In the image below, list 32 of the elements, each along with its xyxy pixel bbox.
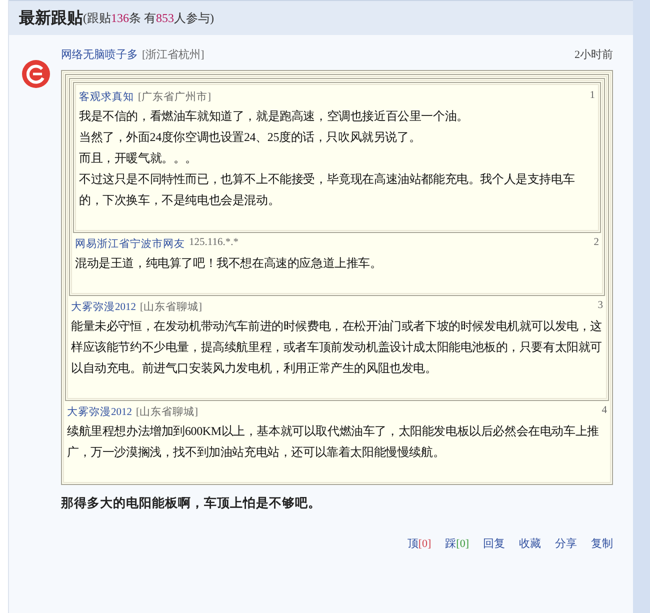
quote-location: [山东省聊城] bbox=[140, 300, 202, 314]
quote-text: 我是不信的，看燃油车就知道了，就是跑高速，空调也接近百公里一个油。 bbox=[78, 108, 470, 125]
quote-author[interactable]: 大雾弥漫2012 bbox=[67, 405, 132, 419]
floor-number: 4 bbox=[602, 405, 607, 418]
quote-text: 当然了，外面24度你空调也设置24、25度的话，只吹风就另说了。 bbox=[78, 129, 422, 146]
section-title: 最新跟贴 bbox=[19, 8, 83, 28]
quote-text: 而且，开暖气就。。。 bbox=[78, 150, 198, 167]
comment-text: 那得多大的电阳能板啊，车顶上怕是不够吧。 bbox=[61, 495, 322, 512]
action-link[interactable]: 回复 bbox=[483, 536, 505, 551]
floor-number: 2 bbox=[594, 237, 599, 250]
quote-location: [山东省聊城] bbox=[136, 405, 198, 419]
quote-text: 续航里程想办法增加到600KM以上，基本就可以取代燃油车了，太阳能发电板以后必然会在电动车上推广，万一沙漠搁浅，找不到加油站充电站，还可以靠着太阳能慢慢续航。 bbox=[66, 423, 600, 461]
quote-author[interactable]: 大雾弥漫2012 bbox=[71, 300, 136, 314]
action-link[interactable]: 分享 bbox=[555, 536, 577, 551]
floor-number: 3 bbox=[598, 300, 603, 313]
author-name[interactable]: 网络无脑喷子多 bbox=[61, 47, 138, 62]
action-link[interactable]: 复制 bbox=[591, 536, 613, 551]
avatar-icon[interactable] bbox=[21, 59, 51, 89]
author-location: [浙江省杭州] bbox=[142, 48, 204, 62]
quote-author[interactable]: 客观求真知 bbox=[79, 90, 134, 104]
quote-author[interactable]: 网易浙江省宁波市网友 bbox=[75, 237, 185, 251]
action-link[interactable]: 踩[0] bbox=[445, 536, 469, 551]
action-link[interactable]: 顶[0] bbox=[407, 536, 432, 551]
quote-location: [广东省广州市] bbox=[138, 90, 211, 104]
floor-number: 1 bbox=[590, 90, 595, 103]
action-link[interactable]: 收藏 bbox=[519, 536, 541, 551]
comment-summary: (跟贴136条 有853人参与) bbox=[83, 10, 214, 26]
post-time: 2小时前 bbox=[574, 48, 613, 62]
quote-location: 125.116.*.* bbox=[189, 237, 238, 250]
quote-text: 能量未必守恒，在发动机带动汽车前进的时候费电，在松开油门或者下坡的时候发电机就可以发电，这样应该能节约不少电量，提高续航里程，或者车顶前发动机盖设计成太阳能电池板的，只要有太阳就可以自动充电。前进气口安装风力发电机，利用正常产生的风阻也发电。 bbox=[70, 318, 604, 377]
quote-text: 混动是王道，纯电算了吧！我不想在高速的应急道上推车。 bbox=[74, 255, 383, 272]
quote-text: 不过这只是不同特性而已，也算不上不能接受，毕竟现在高速油站都能充电。我个人是支持电车的，下次换车，不是纯电也会是混动。 bbox=[78, 171, 576, 209]
